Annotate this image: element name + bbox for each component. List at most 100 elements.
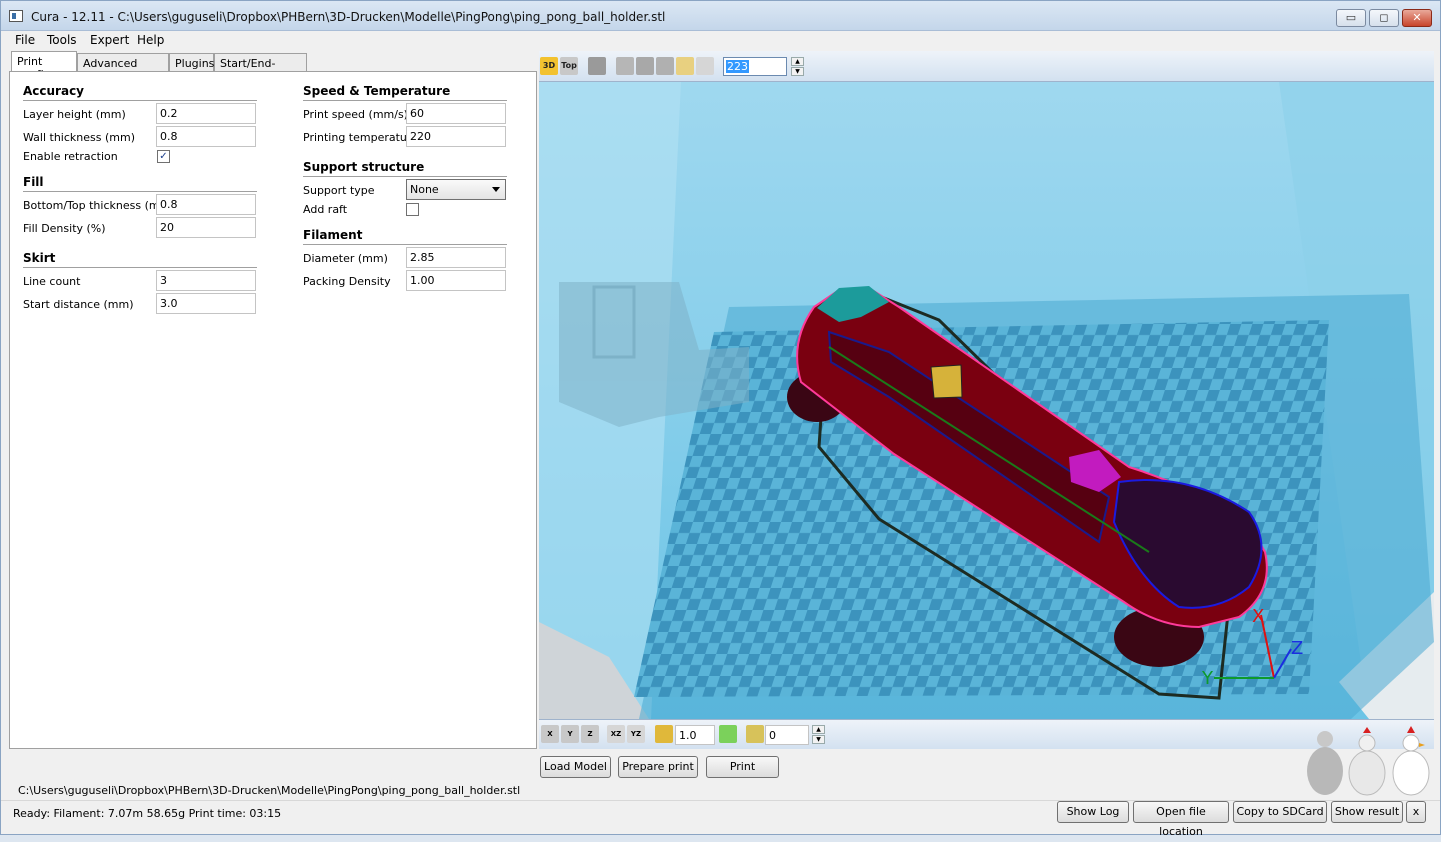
tab-advanced-config[interactable]: Advanced config bbox=[77, 53, 169, 83]
enable-retraction-checkbox[interactable]: ✓ bbox=[157, 150, 170, 163]
copy-to-sdcard-button[interactable]: Copy to SDCard bbox=[1233, 801, 1327, 823]
support-structure-heading: Support structure bbox=[303, 160, 425, 174]
menu-help[interactable]: Help bbox=[137, 33, 164, 47]
close-button[interactable]: ✕ bbox=[1402, 9, 1432, 27]
filament-heading: Filament bbox=[303, 228, 363, 242]
rotate-down-button[interactable]: ▼ bbox=[812, 735, 825, 744]
menu-file[interactable]: File bbox=[15, 33, 35, 47]
chevron-down-icon bbox=[492, 187, 500, 192]
add-raft-checkbox[interactable] bbox=[406, 203, 419, 216]
cura-mascot-logo bbox=[1307, 726, 1430, 796]
print-scene[interactable]: X Z Y bbox=[539, 82, 1434, 719]
print-speed-field[interactable]: 60 bbox=[406, 103, 506, 124]
line-count-field[interactable]: 3 bbox=[156, 270, 256, 291]
support-type-label: Support type bbox=[303, 184, 375, 197]
transform-toolbar: X Y Z XZ YZ 1.0 0 ▲ ▼ bbox=[539, 719, 1434, 749]
support-type-value: None bbox=[410, 183, 439, 196]
axis-y-label: Y bbox=[1201, 668, 1214, 689]
viewer-toolbar: 3D Top 223 ▲ ▼ bbox=[539, 51, 1434, 82]
view-3d-button[interactable]: 3D bbox=[540, 57, 558, 75]
fill-heading: Fill bbox=[23, 175, 44, 189]
model-yellow-face bbox=[930, 364, 963, 399]
mirror-z-icon[interactable]: Z bbox=[581, 725, 599, 743]
layer-height-label: Layer height (mm) bbox=[23, 108, 126, 121]
show-result-button[interactable]: Show result bbox=[1331, 801, 1403, 823]
status-bar: Ready: Filament: 7.07m 58.65g Print time… bbox=[1, 800, 1440, 838]
axis-x-label: X bbox=[1252, 606, 1264, 627]
print-button[interactable]: Print bbox=[706, 756, 779, 778]
diameter-field[interactable]: 2.85 bbox=[406, 247, 506, 268]
accuracy-heading: Accuracy bbox=[23, 84, 85, 98]
bottom-top-thickness-field[interactable]: 0.8 bbox=[156, 194, 256, 215]
view-gcode-icon[interactable] bbox=[676, 57, 694, 75]
view-mixed-icon[interactable] bbox=[696, 57, 714, 75]
axis-z-label: Z bbox=[1291, 638, 1303, 659]
start-distance-field[interactable]: 3.0 bbox=[156, 293, 256, 314]
view-xray-icon[interactable] bbox=[636, 57, 654, 75]
wall-thickness-label: Wall thickness (mm) bbox=[23, 131, 135, 144]
rotate-up-button[interactable]: ▲ bbox=[812, 725, 825, 734]
show-log-button[interactable]: Show Log bbox=[1057, 801, 1129, 823]
printing-temperature-label: Printing temperature bbox=[303, 131, 418, 144]
menu-tools[interactable]: Tools bbox=[47, 33, 77, 47]
layer-down-button[interactable]: ▼ bbox=[791, 67, 804, 76]
load-model-button[interactable]: Load Model bbox=[540, 756, 611, 778]
menu-expert[interactable]: Expert bbox=[90, 33, 129, 47]
tab-plugins[interactable]: Plugins bbox=[169, 53, 214, 72]
close-result-button[interactable]: x bbox=[1406, 801, 1426, 823]
tab-start-end-gcode[interactable]: Start/End-GCode bbox=[214, 53, 307, 83]
app-icon bbox=[9, 10, 23, 22]
3d-viewer[interactable]: 3D Top 223 ▲ ▼ X Z Y X Y Z XZ YZ 1.0 0 ▲… bbox=[539, 51, 1434, 749]
support-type-select[interactable]: None bbox=[406, 179, 506, 200]
mirror-x-icon[interactable]: X bbox=[541, 725, 559, 743]
enable-retraction-label: Enable retraction bbox=[23, 150, 118, 163]
settings-tabs: Print config Advanced config Plugins Sta… bbox=[9, 51, 537, 83]
print-speed-label: Print speed (mm/s) bbox=[303, 108, 408, 121]
print-config-panel: Accuracy Layer height (mm) 0.2 Wall thic… bbox=[9, 71, 537, 749]
menu-bar: File Tools Expert Help bbox=[1, 31, 1440, 51]
swap-yz-icon[interactable]: YZ bbox=[627, 725, 645, 743]
line-count-label: Line count bbox=[23, 275, 81, 288]
mirror-y-icon[interactable]: Y bbox=[561, 725, 579, 743]
layer-number-field[interactable]: 223 bbox=[723, 57, 787, 76]
open-file-location-button[interactable]: Open file location bbox=[1133, 801, 1229, 838]
bottom-top-thickness-label: Bottom/Top thickness (mm) bbox=[23, 199, 175, 212]
view-top-button[interactable]: Top bbox=[560, 57, 578, 75]
packing-density-field[interactable]: 1.00 bbox=[406, 270, 506, 291]
skirt-heading: Skirt bbox=[23, 251, 56, 265]
swap-xz-icon[interactable]: XZ bbox=[607, 725, 625, 743]
rotate-field[interactable]: 0 bbox=[765, 725, 809, 745]
title-bar: Cura - 12.11 - C:\Users\guguseli\Dropbox… bbox=[1, 1, 1440, 31]
support-divider bbox=[303, 176, 507, 177]
speed-temperature-heading: Speed & Temperature bbox=[303, 84, 451, 98]
tab-print-config[interactable]: Print config bbox=[11, 51, 77, 81]
diameter-label: Diameter (mm) bbox=[303, 252, 388, 265]
speed-divider bbox=[303, 100, 507, 101]
skirt-divider bbox=[23, 267, 257, 268]
window-title: Cura - 12.11 - C:\Users\guguseli\Dropbox… bbox=[31, 10, 666, 24]
minimize-button[interactable]: ▭ bbox=[1336, 9, 1366, 27]
prepare-print-button[interactable]: Prepare print bbox=[618, 756, 698, 778]
packing-density-label: Packing Density bbox=[303, 275, 391, 288]
fill-divider bbox=[23, 191, 257, 192]
fill-density-label: Fill Density (%) bbox=[23, 222, 106, 235]
layer-up-button[interactable]: ▲ bbox=[791, 57, 804, 66]
settings-pane: Print config Advanced config Plugins Sta… bbox=[9, 51, 537, 749]
cura-window: Cura - 12.11 - C:\Users\guguseli\Dropbox… bbox=[0, 0, 1441, 838]
scale-max-icon[interactable] bbox=[719, 725, 737, 743]
view-overhang-icon[interactable] bbox=[656, 57, 674, 75]
view-normal-icon[interactable] bbox=[588, 57, 606, 75]
accuracy-divider bbox=[23, 100, 257, 101]
scale-icon bbox=[655, 725, 673, 743]
file-path-label: C:\Users\guguseli\Dropbox\PHBern\3D-Druc… bbox=[18, 784, 521, 797]
start-distance-label: Start distance (mm) bbox=[23, 298, 134, 311]
fill-density-field[interactable]: 20 bbox=[156, 217, 256, 238]
wall-thickness-field[interactable]: 0.8 bbox=[156, 126, 256, 147]
printing-temperature-field[interactable]: 220 bbox=[406, 126, 506, 147]
maximize-button[interactable]: ◻ bbox=[1369, 9, 1399, 27]
layer-height-field[interactable]: 0.2 bbox=[156, 103, 256, 124]
rotate-icon bbox=[746, 725, 764, 743]
view-transparent-icon[interactable] bbox=[616, 57, 634, 75]
add-raft-label: Add raft bbox=[303, 203, 348, 216]
scale-field[interactable]: 1.0 bbox=[675, 725, 715, 745]
